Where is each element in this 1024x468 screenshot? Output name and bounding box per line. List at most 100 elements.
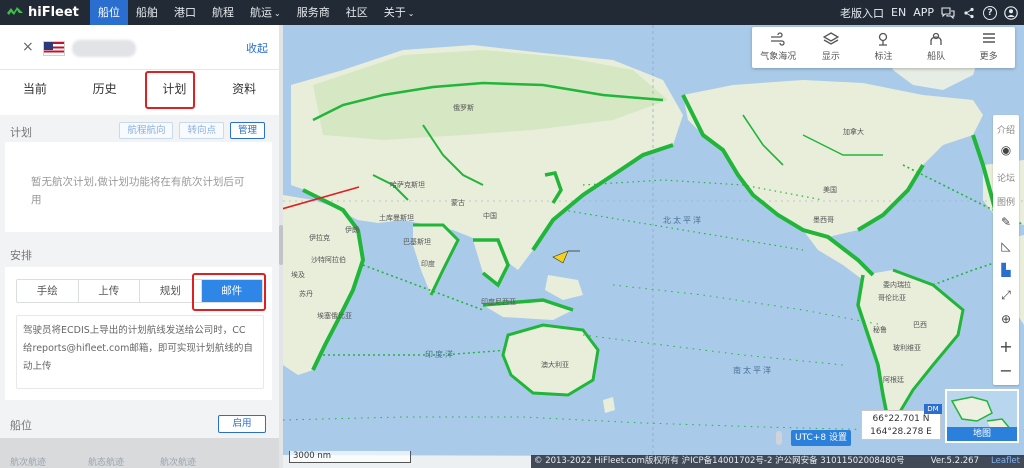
plan-section-title: 计划: [10, 126, 32, 139]
minimap[interactable]: 地图: [945, 389, 1019, 443]
nav-item-ports[interactable]: 港口: [166, 0, 204, 25]
waypoints-button[interactable]: 转向点: [179, 122, 224, 139]
map-label-colombia: 哥伦比亚: [878, 294, 906, 302]
fullscreen-icon[interactable]: ⤢: [993, 288, 1019, 303]
nav-item-shipping[interactable]: 航运 ⌄: [242, 0, 289, 25]
map-toolbar: 气象海况 显示 标注 船队 更多: [752, 27, 1015, 68]
nav-item-providers[interactable]: 服务商: [289, 0, 338, 25]
weather-tool[interactable]: 气象海况: [752, 27, 805, 68]
map-label-indonesia: 印度尼西亚: [481, 298, 516, 306]
tab-current[interactable]: 当前: [0, 70, 70, 115]
version-text: Ver.5.2.267: [930, 456, 979, 466]
pin-icon: [857, 32, 910, 49]
hifleet-logo[interactable]: hiFleet: [0, 0, 90, 25]
arrange-section-title: 安排: [10, 249, 32, 262]
map-label-russia: 俄罗斯: [453, 104, 474, 112]
user-icon[interactable]: [1004, 5, 1018, 20]
collapse-button[interactable]: 收起: [246, 40, 268, 56]
nav-item-ship-position[interactable]: 船位: [90, 0, 128, 25]
time-slider-handle[interactable]: [776, 431, 782, 445]
wind-icon: [752, 32, 805, 49]
manage-button[interactable]: 管理: [229, 122, 265, 139]
tool-label: 船队: [927, 52, 946, 62]
more-tool[interactable]: 更多: [962, 27, 1015, 68]
locate-icon[interactable]: ⊕: [993, 312, 1019, 326]
main-nav: 船位 船舶 港口 航程 航运 ⌄ 服务商 社区 关于 ⌄: [90, 0, 422, 25]
email-instructions: 驾驶员将ECDIS上导出的计划航线发送给公司时，CC给reports@hifle…: [16, 315, 264, 389]
area-icon[interactable]: ▙: [993, 263, 1019, 277]
tab-profile[interactable]: 资料: [209, 70, 279, 115]
map-label-ethiopia: 埃塞俄比亚: [317, 312, 352, 320]
chat-icon[interactable]: [941, 6, 955, 20]
language-toggle[interactable]: EN: [891, 6, 906, 19]
map-label-argentina: 阿根廷: [883, 376, 904, 384]
display-tool[interactable]: 显示: [805, 27, 858, 68]
map-label-brazil: 巴西: [913, 321, 927, 329]
route-course-button[interactable]: 航程航向: [119, 122, 174, 139]
nav-item-voyages[interactable]: 航程: [204, 0, 242, 25]
map-label-china: 中国: [483, 212, 497, 220]
ship-header: × 收起: [0, 25, 279, 70]
angle-icon[interactable]: ◺: [993, 239, 1019, 253]
nav-item-ships[interactable]: 船舶: [128, 0, 166, 25]
zoom-in-icon[interactable]: +: [993, 337, 1019, 356]
tool-label: 气象海况: [760, 52, 797, 62]
plan-buttons: 航程航向 转向点 管理: [119, 122, 265, 139]
detail-tabs: 当前 历史 计划 资料: [0, 70, 279, 115]
fleet-icon: [910, 32, 963, 49]
zoom-out-icon[interactable]: −: [993, 361, 1019, 380]
ruler-icon[interactable]: ✎: [993, 215, 1019, 229]
map-label-mongolia: 蒙古: [451, 199, 465, 207]
top-nav-bar: hiFleet 船位 船舶 港口 航程 航运 ⌄ 服务商 社区 关于 ⌄ 老版入口 …: [0, 0, 1024, 25]
longitude-readout: 164°28.278 E: [870, 427, 932, 437]
tab-history[interactable]: 历史: [70, 70, 140, 115]
mode-hand-draw[interactable]: 手绘: [17, 280, 79, 302]
nav-label: 服务商: [296, 6, 330, 19]
fleet-tool[interactable]: 船队: [910, 27, 963, 68]
map-label-bolivia: 玻利维亚: [893, 344, 921, 352]
leaflet-link[interactable]: Leaflet: [991, 455, 1020, 468]
bottom-tab[interactable]: 航次航迹: [10, 455, 46, 468]
bottom-tab[interactable]: 航态航迹: [88, 455, 124, 468]
map-label-iran: 伊朗: [345, 226, 359, 234]
nav-item-about[interactable]: 关于 ⌄: [376, 0, 423, 25]
eye-icon[interactable]: ◉: [993, 143, 1019, 157]
nav-label: 船位: [98, 6, 120, 19]
forum-button[interactable]: 论坛: [993, 171, 1019, 184]
dm-format-toggle[interactable]: DM: [924, 404, 942, 414]
map-label-venezuela: 委内瑞拉: [883, 281, 911, 289]
share-icon[interactable]: [962, 6, 976, 20]
latitude-readout: 66°22.701 N: [872, 414, 930, 424]
nav-item-community[interactable]: 社区: [338, 0, 376, 25]
bottom-tab[interactable]: 航次航迹: [160, 455, 196, 468]
map-label-turkmenistan: 土库曼斯坦: [379, 214, 414, 222]
menu-icon: [962, 32, 1015, 49]
flag-usa-icon: [43, 41, 65, 56]
minimap-label: 地图: [947, 427, 1017, 441]
plan-empty-state: 暂无航次计划,做计划功能将在有航次计划后可用: [5, 142, 272, 232]
intro-button[interactable]: 介绍: [993, 123, 1019, 136]
highlight-box-plan-tab: [145, 71, 195, 109]
utc-settings-button[interactable]: UTC+8 设置: [791, 430, 851, 446]
world-map[interactable]: 哈萨克斯坦 蒙古 中国 土库曼斯坦 伊朗 巴基斯坦 伊拉克 沙特阿拉伯 印度 埃…: [283, 25, 1024, 468]
app-link[interactable]: APP: [913, 6, 934, 19]
mode-upload[interactable]: 上传: [79, 280, 140, 302]
nav-label: 港口: [174, 6, 196, 19]
close-icon[interactable]: ×: [22, 39, 34, 55]
annotate-tool[interactable]: 标注: [857, 27, 910, 68]
map-label-egypt: 埃及: [291, 271, 305, 279]
help-icon[interactable]: ?: [983, 5, 997, 20]
nav-label: 航程: [212, 6, 234, 19]
map-label-saudi: 沙特阿拉伯: [311, 256, 346, 264]
logo-text: hiFleet: [28, 5, 79, 20]
copyright-text: © 2013-2022 HiFleet.com版权所有 沪ICP备1400170…: [534, 456, 905, 466]
ocean-label-south-pacific: 南太平洋: [733, 366, 773, 375]
tool-label: 显示: [821, 52, 840, 62]
ship-detail-panel: × 收起 当前 历史 计划 资料 计划 航程航向 转向点 管理 暂无航次计划,做…: [0, 25, 283, 468]
nav-label: 船舶: [136, 6, 158, 19]
enable-button[interactable]: 启用: [218, 415, 266, 433]
tool-label: 更多: [979, 52, 998, 62]
legend-button[interactable]: 图例: [993, 195, 1019, 208]
old-version-link[interactable]: 老版入口: [840, 5, 884, 21]
nav-label: 社区: [345, 6, 368, 19]
